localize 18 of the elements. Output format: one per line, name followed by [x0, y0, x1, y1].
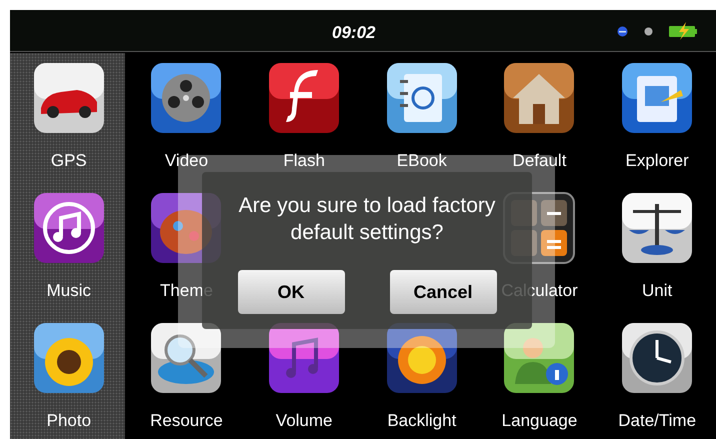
dialog-button[interactable]: OK — [238, 270, 344, 314]
app-label: Resource — [150, 411, 223, 431]
app-label: Date/Time — [618, 411, 696, 431]
app-label: Default — [512, 151, 566, 171]
app-label: Backlight — [387, 411, 456, 431]
app-label: Volume — [276, 411, 332, 431]
app-label: Flash — [283, 151, 325, 171]
app-label: Unit — [642, 281, 672, 301]
dialog-button[interactable]: Cancel — [390, 270, 496, 314]
app-label: GPS — [50, 151, 87, 171]
app-label: Video — [164, 151, 208, 171]
app-label: Language — [502, 411, 578, 431]
app-label: EBook — [396, 151, 447, 171]
app-label: Music — [46, 281, 92, 301]
clock-time: 09:02 — [332, 22, 376, 44]
dialog-message: Are you sure to load factory default settings? — [238, 193, 496, 246]
app-label: Photo — [46, 411, 92, 431]
app-label: Explorer — [626, 151, 689, 171]
